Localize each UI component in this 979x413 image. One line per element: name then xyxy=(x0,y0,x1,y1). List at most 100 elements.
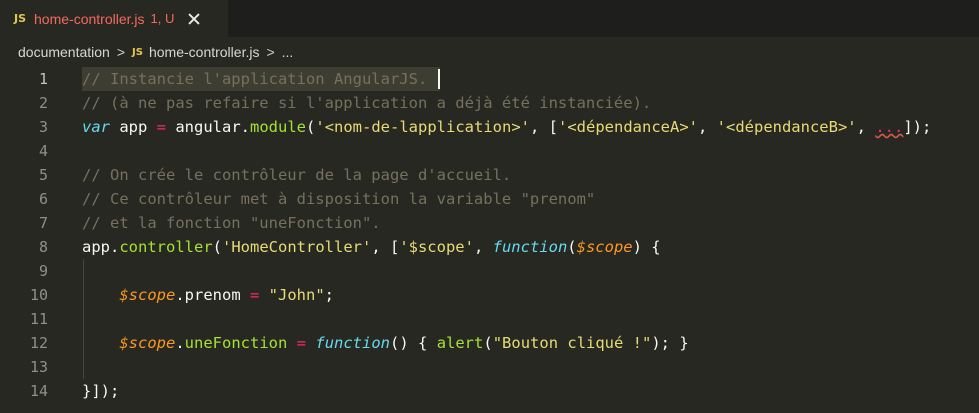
breadcrumb-symbols[interactable]: ... xyxy=(282,44,294,60)
code-text: $scope.prenom = "John"; xyxy=(82,283,334,307)
code-token: , [ xyxy=(371,238,400,256)
code-text: app.controller('HomeController', ['$scop… xyxy=(82,235,661,259)
code-line[interactable]: 5 // On crée le contrôleur de la page d'a… xyxy=(0,163,979,187)
code-token: $scope xyxy=(119,286,176,304)
tab-status: 1, U xyxy=(150,11,175,26)
js-file-icon: JS xyxy=(14,12,27,25)
code-token: function xyxy=(315,334,391,352)
tab-home-controller[interactable]: JS home-controller.js 1, U xyxy=(0,0,228,37)
code-text: // Ce contrôleur met à disposition la va… xyxy=(82,187,595,211)
breadcrumb-folder[interactable]: documentation xyxy=(18,44,110,60)
breadcrumb: documentation > JS home-controller.js > … xyxy=(0,37,979,67)
code-token: .prenom xyxy=(175,286,250,304)
line-number: 10 xyxy=(29,286,48,304)
code-text: $scope.uneFonction = function() { alert(… xyxy=(82,331,689,355)
chevron-right-icon: > xyxy=(116,44,126,60)
code-token: angular. xyxy=(166,118,251,136)
code-token: , xyxy=(473,238,493,256)
code-token: , [ xyxy=(530,118,558,136)
code-token: app xyxy=(110,118,157,136)
code-token: app. xyxy=(82,238,120,256)
breadcrumb-file[interactable]: home-controller.js xyxy=(149,44,260,60)
line-number: 4 xyxy=(38,142,48,160)
code-token: 'HomeController' xyxy=(222,238,372,256)
tab-title: home-controller.js xyxy=(34,10,145,27)
code-token: ( xyxy=(567,238,577,256)
line-number: 3 xyxy=(38,118,48,136)
close-icon[interactable] xyxy=(186,11,202,27)
code-line[interactable]: 14}]); xyxy=(0,379,979,403)
code-token: ( xyxy=(306,118,316,136)
code-line[interactable]: 6 // Ce contrôleur met à disposition la v… xyxy=(0,187,979,211)
code-text: // (à ne pas refaire si l'application a … xyxy=(82,91,651,115)
code-token: () { xyxy=(390,334,437,352)
js-file-icon: JS xyxy=(132,46,143,58)
line-number: 2 xyxy=(38,94,48,112)
line-number: 9 xyxy=(38,262,48,280)
code-line[interactable]: 3 var app = angular.module('<nom-de-lappl… xyxy=(0,115,979,139)
code-token: // (à ne pas refaire si l'application a … xyxy=(82,94,652,112)
code-line[interactable]: 9 xyxy=(0,259,979,283)
code-line[interactable]: 2 // (à ne pas refaire si l'application a… xyxy=(0,91,979,115)
code-token: // Instancie l'application AngularJS. xyxy=(82,70,428,88)
code-text: // Instancie l'application AngularJS. xyxy=(82,67,427,91)
line-number: 12 xyxy=(29,334,48,352)
code-token: . xyxy=(175,334,185,352)
code-token: ); } xyxy=(651,334,689,352)
code-text: }]); xyxy=(82,379,119,403)
code-token: // On crée le contrôleur de la page d'ac… xyxy=(82,166,512,184)
code-line[interactable]: 4 xyxy=(0,139,979,163)
code-token: = xyxy=(249,286,260,304)
code-token: "John" xyxy=(268,286,325,304)
code-token: '$scope' xyxy=(399,238,474,256)
code-line[interactable]: 13 xyxy=(0,355,979,379)
chevron-right-icon: > xyxy=(266,44,275,60)
code-token: }]); xyxy=(82,382,120,400)
line-number: 13 xyxy=(29,358,48,376)
tab-bar: JS home-controller.js 1, U xyxy=(0,0,979,37)
code-text: // et la fonction "uneFonction". xyxy=(82,211,381,235)
code-token: function xyxy=(492,238,568,256)
code-line[interactable]: 11 xyxy=(0,307,979,331)
code-token: '<dépendanceB>' xyxy=(716,118,857,136)
code-token: , xyxy=(856,118,876,136)
line-number: 14 xyxy=(29,382,48,400)
code-token: ; xyxy=(324,286,335,304)
code-token: $scope xyxy=(119,334,176,352)
code-line[interactable]: 7 // et la fonction "uneFonction". xyxy=(0,211,979,235)
code-token: "Bouton cliqué !" xyxy=(492,334,652,352)
code-token: // et la fonction "uneFonction". xyxy=(82,214,381,232)
code-line[interactable]: 8 app.controller('HomeController', ['$sco… xyxy=(0,235,979,259)
code-token: // Ce contrôleur met à disposition la va… xyxy=(82,190,596,208)
line-number: 6 xyxy=(38,190,48,208)
code-text: // On crée le contrôleur de la page d'ac… xyxy=(82,163,511,187)
code-token: module xyxy=(250,118,307,136)
code-token: ]); xyxy=(903,118,932,136)
line-number: 11 xyxy=(29,310,48,328)
code-token: , xyxy=(697,118,717,136)
code-token: $scope xyxy=(576,238,633,256)
code-token: alert xyxy=(436,334,484,352)
code-token: '<nom-de-lapplication>' xyxy=(315,118,530,136)
line-number: 7 xyxy=(38,214,48,232)
line-number: 5 xyxy=(38,166,48,184)
line-number: 8 xyxy=(38,238,48,256)
code-token: '<dépendanceA>' xyxy=(558,118,698,136)
code-token: ... xyxy=(875,118,904,136)
code-token: var xyxy=(82,118,110,136)
code-token: uneFonction xyxy=(184,334,288,352)
code-token: ( xyxy=(483,334,493,352)
code-line[interactable]: 10 $scope.prenom = "John"; xyxy=(0,283,979,307)
code-token: controller xyxy=(119,238,213,256)
code-token: ( xyxy=(212,238,222,256)
code-line[interactable]: 1 // Instancie l'application AngularJS. xyxy=(0,67,979,91)
code-line[interactable]: 12 $scope.uneFonction = function() { ale… xyxy=(0,331,979,355)
line-number: 1 xyxy=(38,70,48,88)
code-token: ) { xyxy=(632,238,661,256)
code-editor[interactable]: 1 // Instancie l'application AngularJS. 2 /… xyxy=(0,67,979,413)
